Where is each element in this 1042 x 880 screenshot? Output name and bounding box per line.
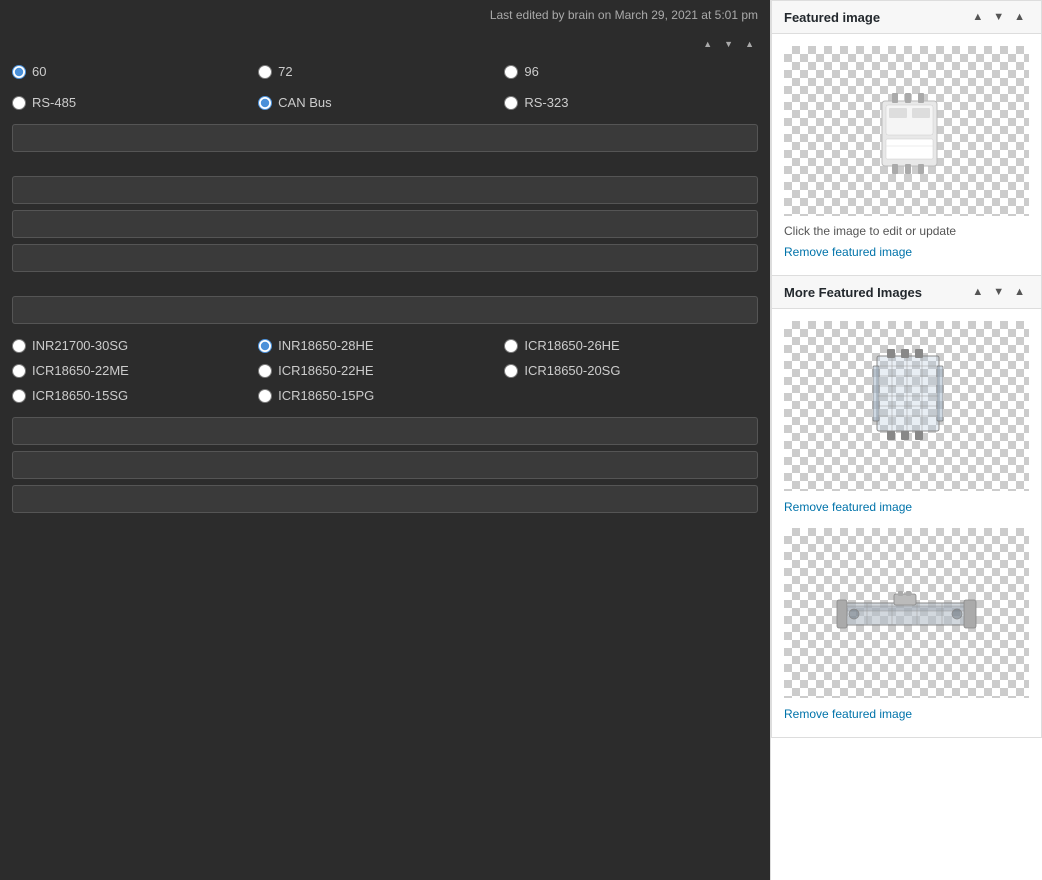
radio-96-label: 96 [524, 64, 538, 79]
radio-item-inr18650-28[interactable]: INR18650-28HE [258, 338, 504, 353]
radio-item-rs323[interactable]: RS-323 [504, 95, 750, 110]
input-field-1[interactable] [12, 124, 758, 152]
radio-icr18650-22he-label: ICR18650-22HE [278, 363, 373, 378]
featured-image-down-btn[interactable]: ▼ [989, 9, 1008, 25]
radio-item-inr21700[interactable]: INR21700-30SG [12, 338, 258, 353]
input-field-4[interactable] [12, 244, 758, 272]
radio-rs323[interactable] [504, 96, 518, 110]
radio-item-icr18650-15sg[interactable]: ICR18650-15SG [12, 388, 258, 403]
more-images-down-btn[interactable]: ▼ [989, 284, 1008, 300]
input-group-1 [0, 124, 770, 152]
featured-image-controls: ▲ ▼ ▲ [968, 9, 1029, 25]
more-featured-images-title: More Featured Images [784, 285, 922, 300]
featured-image-container[interactable] [784, 46, 1029, 216]
radio-item-96[interactable]: 96 [504, 64, 750, 79]
more-image-2-container[interactable] [784, 528, 1029, 698]
radio-rs485[interactable] [12, 96, 26, 110]
featured-image-up-btn[interactable]: ▲ [968, 9, 987, 25]
input-field-3[interactable] [12, 210, 758, 238]
radio-icr18650-15pg-label: ICR18650-15PG [278, 388, 374, 403]
radio-60[interactable] [12, 65, 26, 79]
last-edited-text: Last edited by brain on March 29, 2021 a… [0, 0, 770, 30]
radio-icr18650-15sg-label: ICR18650-15SG [32, 388, 128, 403]
radio-icr18650-26-label: ICR18650-26HE [524, 338, 619, 353]
collapse-up-btn[interactable] [699, 34, 716, 52]
more-image-1-svg [857, 341, 957, 471]
radio-canbus-label: CAN Bus [278, 95, 331, 110]
input-group-3 [0, 296, 770, 324]
radio-rs323-label: RS-323 [524, 95, 568, 110]
radio-icr18650-22me-label: ICR18650-22ME [32, 363, 129, 378]
radio-72[interactable] [258, 65, 272, 79]
featured-image-body: Click the image to edit or update Remove… [772, 34, 1041, 275]
featured-image-collapse-btn[interactable]: ▲ [1010, 9, 1029, 25]
more-featured-images-panel: More Featured Images ▲ ▼ ▲ [771, 276, 1042, 738]
radio-inr21700[interactable] [12, 339, 26, 353]
radio-inr18650-28[interactable] [258, 339, 272, 353]
radio-item-icr18650-15pg[interactable]: ICR18650-15PG [258, 388, 504, 403]
radio-item-rs485[interactable]: RS-485 [12, 95, 258, 110]
sidebar: Featured image ▲ ▼ ▲ [770, 0, 1042, 880]
input-field-2[interactable] [12, 176, 758, 204]
radio-icr18650-20-label: ICR18650-20SG [524, 363, 620, 378]
more-image-2-svg [832, 578, 982, 648]
radio-72-label: 72 [278, 64, 292, 79]
radio-60-label: 60 [32, 64, 46, 79]
radio-icr18650-15pg[interactable] [258, 389, 272, 403]
more-images-collapse-btn[interactable]: ▲ [1010, 284, 1029, 300]
radio-item-72[interactable]: 72 [258, 64, 504, 79]
radio-item-canbus[interactable]: CAN Bus [258, 95, 504, 110]
radio-canbus[interactable] [258, 96, 272, 110]
radio-item-icr18650-22he[interactable]: ICR18650-22HE [258, 363, 504, 378]
radio-icr18650-22me[interactable] [12, 364, 26, 378]
featured-image-panel-header: Featured image ▲ ▼ ▲ [772, 1, 1041, 34]
radio-inr18650-28-label: INR18650-28HE [278, 338, 373, 353]
more-featured-images-header: More Featured Images ▲ ▼ ▲ [772, 276, 1041, 309]
input-group-4 [0, 417, 770, 513]
remove-more-image-1-link[interactable]: Remove featured image [784, 500, 912, 514]
collapse-bar [0, 30, 770, 56]
radio-item-icr18650-22me[interactable]: ICR18650-22ME [12, 363, 258, 378]
radio-96[interactable] [504, 65, 518, 79]
main-panel: Last edited by brain on March 29, 2021 a… [0, 0, 770, 880]
input-field-6[interactable] [12, 417, 758, 445]
input-group-2 [0, 176, 770, 272]
radio-group-bus: RS-485 CAN Bus RS-323 [0, 87, 770, 118]
radio-group-battery: INR21700-30SG INR18650-28HE ICR18650-26H… [0, 330, 770, 411]
featured-image-svg [862, 71, 952, 191]
remove-more-image-2-link[interactable]: Remove featured image [784, 707, 912, 721]
radio-icr18650-22he[interactable] [258, 364, 272, 378]
featured-image-title: Featured image [784, 10, 880, 25]
more-featured-images-controls: ▲ ▼ ▲ [968, 284, 1029, 300]
radio-item-icr18650-20[interactable]: ICR18650-20SG [504, 363, 750, 378]
radio-item-icr18650-26[interactable]: ICR18650-26HE [504, 338, 750, 353]
featured-image-hint: Click the image to edit or update [784, 224, 1029, 238]
input-field-7[interactable] [12, 451, 758, 479]
collapse-toggle-btn[interactable] [741, 34, 758, 52]
input-field-5[interactable] [12, 296, 758, 324]
radio-icr18650-20[interactable] [504, 364, 518, 378]
radio-icr18650-15sg[interactable] [12, 389, 26, 403]
radio-item-60[interactable]: 60 [12, 64, 258, 79]
featured-image-panel: Featured image ▲ ▼ ▲ [771, 0, 1042, 276]
radio-icr18650-26[interactable] [504, 339, 518, 353]
more-featured-images-body: Remove featured image [772, 309, 1041, 737]
more-images-up-btn[interactable]: ▲ [968, 284, 987, 300]
radio-inr21700-label: INR21700-30SG [32, 338, 128, 353]
more-image-1-container[interactable] [784, 321, 1029, 491]
collapse-down-btn[interactable] [720, 34, 737, 52]
input-field-8[interactable] [12, 485, 758, 513]
radio-rs485-label: RS-485 [32, 95, 76, 110]
remove-featured-image-link[interactable]: Remove featured image [784, 245, 912, 259]
radio-group-numbers: 60 72 96 [0, 56, 770, 87]
